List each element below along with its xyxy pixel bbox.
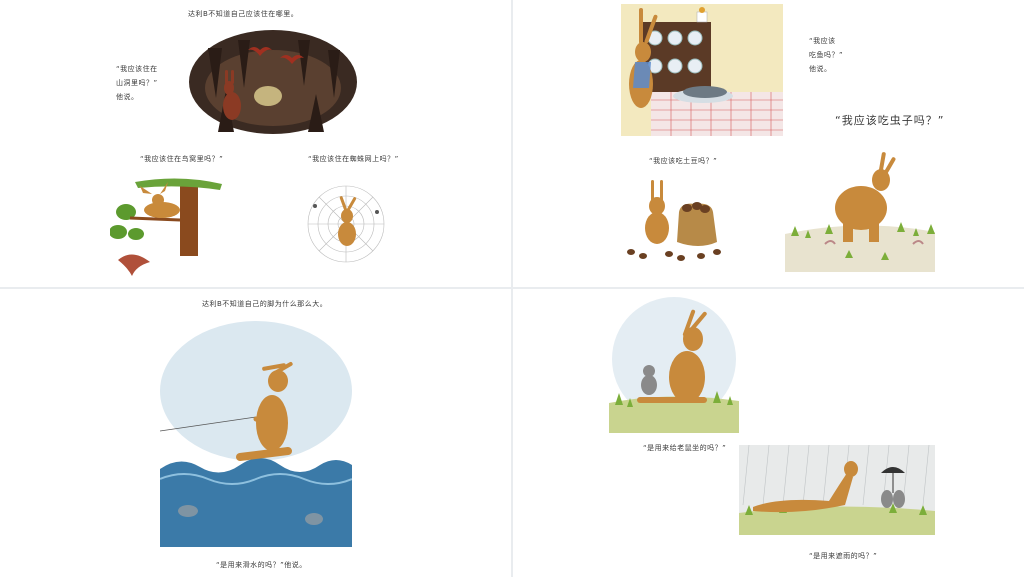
field-worm-illustration (785, 152, 935, 272)
potato-sack-illustration (627, 180, 721, 261)
ski-question: “是用来滑水的吗？”他说。 (216, 561, 307, 569)
tree-nest-illustration (110, 178, 222, 276)
rain-umbrella-illustration (739, 445, 935, 535)
storybook-pages-grid: 达利B不知道自己应该住在哪里。 “我应该住在 山洞里吗？” 他说。 “我应该住在… (0, 0, 1024, 577)
rain-question: “是用来遮雨的吗？” (809, 552, 878, 560)
waterski-illustration (160, 319, 352, 547)
cave-illustration (189, 30, 357, 134)
page-panel-waterski: 达利B不知道自己的脚为什么那么大。 “是用来滑水的吗？”他说。 (0, 289, 511, 577)
mouse-question: “是用来给老鼠坐的吗？” (643, 444, 727, 452)
cave-question: “我应该住在 山洞里吗？” 他说。 (116, 65, 158, 101)
spider-web-illustration (307, 185, 385, 263)
page-caption: 达利B不知道自己应该住在哪里。 (188, 10, 299, 18)
page-panel-food: “我应该 吃鱼吗？” 他说。 “我应该吃虫子吗？” “我应该吃土豆吗？” (513, 0, 1024, 287)
kitchen-fish-illustration (621, 4, 783, 136)
mouse-seat-illustration (609, 297, 739, 433)
web-question: “我应该住在蜘蛛网上吗？” (308, 155, 399, 163)
page-panel-feet: “是用来给老鼠坐的吗？” “是用来遮雨的吗？” (513, 289, 1024, 577)
fish-question: “我应该 吃鱼吗？” 他说。 (809, 37, 844, 73)
bug-question: “我应该吃虫子吗？” (835, 114, 945, 127)
potato-question: “我应该吃土豆吗？” (649, 157, 718, 165)
page-panel-cave: 达利B不知道自己应该住在哪里。 “我应该住在 山洞里吗？” 他说。 “我应该住在… (0, 0, 511, 287)
nest-question: “我应该住在鸟窝里吗？” (140, 155, 224, 163)
page-caption: 达利B不知道自己的脚为什么那么大。 (202, 300, 328, 308)
